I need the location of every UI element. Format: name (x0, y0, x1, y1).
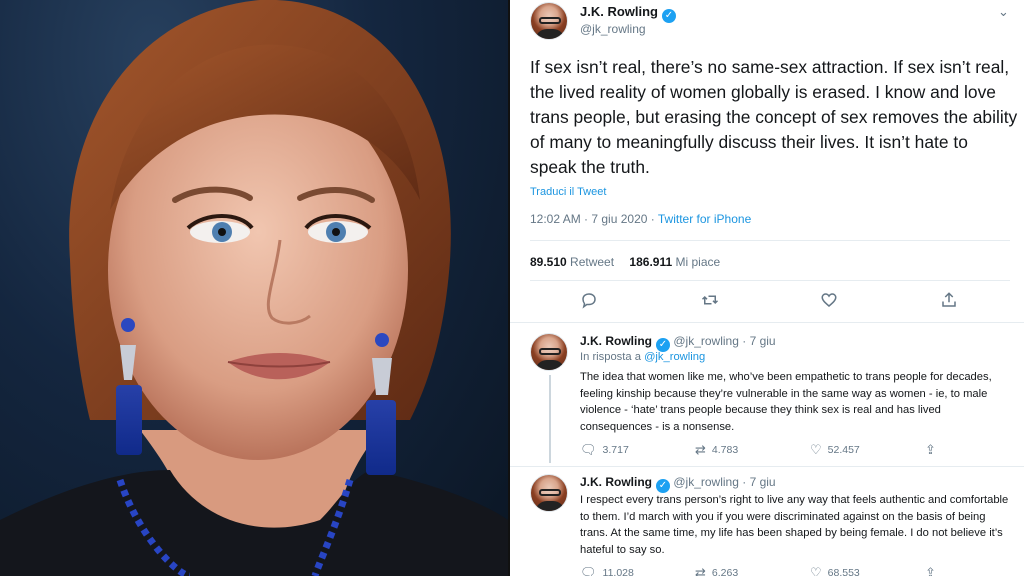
retweet-count: 89.510 (530, 255, 567, 269)
portrait-photo (0, 0, 508, 576)
author-handle[interactable]: @jk_rowling (580, 22, 646, 36)
portrait-illustration (0, 0, 508, 576)
reply-actions: 🗨 3.717 ⇄ 4.783 ♡ 52.457 ⇪ (580, 442, 1010, 458)
reply-avatar[interactable] (530, 333, 568, 371)
retweet-icon: ⇄ (695, 442, 706, 457)
retweet-count: 6.263 (711, 567, 739, 576)
like-count: 52.457 (827, 444, 860, 456)
reply-action[interactable]: 🗨 3.717 (580, 442, 629, 458)
retweet-icon[interactable] (700, 291, 720, 314)
like-icon[interactable] (820, 291, 838, 314)
retweet-stat[interactable]: 89.510 Retweet (530, 255, 614, 269)
separator (510, 322, 1024, 323)
in-reply-handle-link[interactable]: @jk_rowling (644, 351, 705, 363)
verified-badge-icon: ✓ (662, 9, 676, 23)
like-icon: ♡ (810, 565, 822, 576)
reply-header: J.K. Rowling ✓ @jk_rowling · 7 giu (580, 475, 776, 493)
separator (530, 240, 1010, 241)
separator (530, 280, 1010, 281)
share-icon[interactable]: ⇪ (925, 442, 942, 458)
reply-author-handle[interactable]: @jk_rowling (673, 475, 739, 489)
author-avatar[interactable] (530, 2, 568, 40)
chevron-down-icon[interactable]: ⌄ (998, 4, 1009, 20)
verified-badge-icon: ✓ (656, 479, 670, 493)
share-icon[interactable]: ⇪ (925, 565, 942, 576)
reply-author-name[interactable]: J.K. Rowling (580, 334, 652, 348)
like-label: Mi piace (675, 255, 721, 269)
tweet-stats: 89.510 Retweet 186.911 Mi piace (530, 255, 732, 269)
in-reply-prefix: In risposta a (580, 351, 645, 363)
separator (510, 466, 1024, 467)
reply-author-name[interactable]: J.K. Rowling (580, 475, 652, 489)
author-name[interactable]: J.K. Rowling ✓ (580, 4, 676, 23)
retweet-count: 4.783 (711, 444, 739, 456)
tweet-actions (530, 291, 1010, 313)
share-icon[interactable] (940, 291, 958, 314)
author-name-text[interactable]: J.K. Rowling (580, 4, 658, 19)
translate-tweet-link[interactable]: Traduci il Tweet (530, 186, 606, 198)
like-stat[interactable]: 186.911 Mi piace (629, 255, 720, 269)
tweet-client-link[interactable]: Twitter for iPhone (658, 212, 751, 226)
like-count: 68.553 (827, 567, 860, 576)
retweet-icon: ⇄ (695, 565, 706, 576)
reply-count: 11.028 (602, 567, 634, 576)
tweet-text: If sex isn’t real, there’s no same-sex a… (530, 57, 1018, 177)
in-reply-to: In risposta a @jk_rowling (580, 351, 705, 363)
reply-avatar[interactable] (530, 474, 568, 512)
retweet-action[interactable]: ⇄ 4.783 (695, 442, 738, 458)
reply-author-handle[interactable]: @jk_rowling (673, 334, 739, 348)
reply-date[interactable]: · 7 giu (742, 475, 775, 489)
like-icon: ♡ (810, 442, 822, 457)
thread-line (549, 375, 551, 463)
like-action[interactable]: ♡ 52.457 (810, 442, 860, 458)
like-count: 186.911 (629, 255, 673, 269)
like-action[interactable]: ♡ 68.553 (810, 565, 860, 576)
reply-date[interactable]: · 7 giu (742, 334, 775, 348)
reply-text: I respect every trans person’s right to … (580, 494, 1009, 556)
tweet-meta: 12:02 AM · 7 giu 2020 · Twitter for iPho… (530, 212, 751, 226)
reply-text: The idea that women like me, who’ve been… (580, 371, 992, 433)
retweet-label: Retweet (570, 255, 615, 269)
reply-action[interactable]: 🗨 11.028 (580, 565, 634, 576)
reply-icon: 🗨 (580, 442, 597, 457)
reply-actions: 🗨 11.028 ⇄ 6.263 ♡ 68.553 ⇪ (580, 565, 1010, 576)
retweet-action[interactable]: ⇄ 6.263 (695, 565, 738, 576)
tweet-timestamp[interactable]: 12:02 AM · 7 giu 2020 · (530, 212, 658, 226)
reply-icon[interactable] (580, 291, 598, 314)
tweet-panel: J.K. Rowling ✓ @jk_rowling ⌄ If sex isn’t… (510, 0, 1024, 576)
verified-badge-icon: ✓ (656, 338, 670, 352)
reply-header: J.K. Rowling ✓ @jk_rowling · 7 giu (580, 334, 776, 352)
reply-icon: 🗨 (580, 565, 597, 576)
reply-count: 3.717 (602, 444, 629, 456)
